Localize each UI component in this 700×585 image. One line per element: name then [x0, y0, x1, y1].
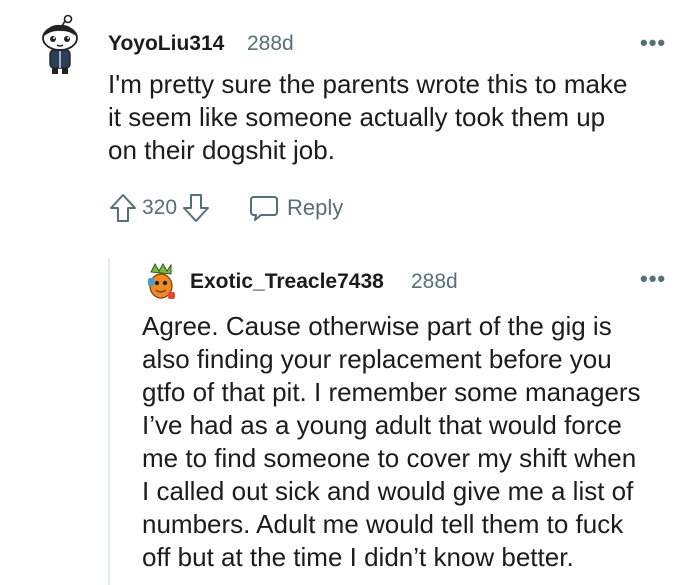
comment-line: on their dogshit job. [108, 135, 335, 165]
comment-line: me to find someone to cover my shift whe… [142, 443, 637, 473]
author-name[interactable]: YoyoLiu314 [108, 32, 224, 56]
author-name[interactable]: Exotic_Treacle7438 [190, 270, 384, 294]
comment-line: gtfo of that pit. I remember some manage… [142, 377, 641, 407]
upvote-icon [110, 194, 136, 222]
vote-score: 320 [142, 196, 178, 219]
comment-line: off but at the time I didn’t know better… [142, 542, 574, 572]
reply-label: Reply [287, 195, 344, 220]
upvote-button[interactable] [108, 193, 138, 223]
downvote-icon [183, 194, 210, 222]
comment-body: Agree. Cause otherwise part of the gig i… [142, 310, 641, 574]
comment-line: also finding your replacement before you [142, 344, 612, 374]
comment-line: Agree. Cause otherwise part of the gig i… [142, 311, 612, 341]
reply-button[interactable]: Reply [249, 194, 343, 222]
comment-line: I called out sick and would give me a li… [142, 476, 634, 506]
comment-age: 288d [411, 270, 458, 293]
downvote-button[interactable] [181, 193, 211, 223]
more-options-icon[interactable]: ••• [640, 30, 666, 56]
comment-line: numbers. Adult me would tell them to fuc… [142, 509, 624, 539]
user-avatar-icon [148, 262, 175, 299]
comment-body: I'm pretty sure the parents wrote this t… [108, 68, 627, 167]
avatar[interactable] [38, 14, 82, 76]
comment-line: it seem like someone actually took them … [108, 102, 606, 132]
comment-line: I’ve had as a young adult that would for… [142, 410, 622, 440]
avatar[interactable] [145, 262, 177, 302]
comment-thread: YoyoLiu314 288d ••• I'm pretty sure the … [0, 0, 700, 585]
comment-line: I'm pretty sure the parents wrote this t… [108, 69, 628, 99]
thread-line[interactable] [108, 258, 110, 585]
comment-actions: 320 Reply [108, 190, 343, 226]
user-avatar-icon [42, 14, 78, 74]
comment-age: 288d [247, 32, 294, 55]
more-options-icon[interactable]: ••• [640, 266, 666, 292]
comment-bubble-icon [250, 196, 279, 221]
